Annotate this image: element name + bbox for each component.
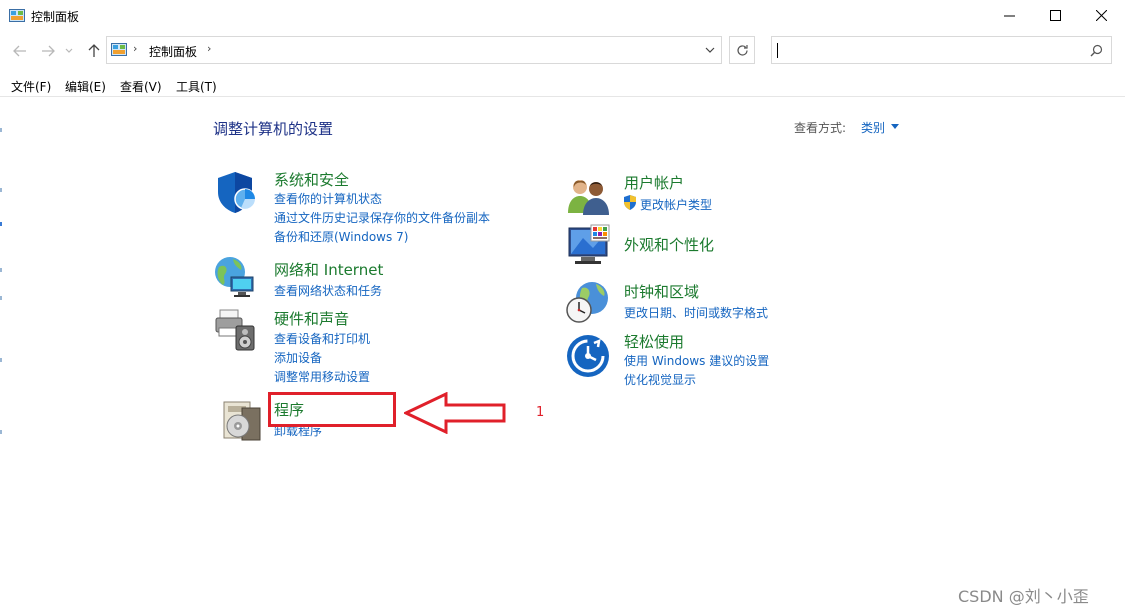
- link-optimize-visual-display[interactable]: 优化视觉显示: [624, 371, 696, 388]
- uac-shield-icon: [624, 195, 636, 210]
- category-hardware-sound[interactable]: 硬件和声音: [274, 308, 349, 329]
- category-system-security[interactable]: 系统和安全: [274, 169, 349, 190]
- forward-button[interactable]: [38, 42, 58, 60]
- window-title: 控制面板: [31, 10, 80, 24]
- category-clock-region[interactable]: 时钟和区域: [624, 281, 699, 302]
- link-backup-restore[interactable]: 备份和还原(Windows 7): [274, 228, 408, 245]
- refresh-icon: [736, 44, 748, 56]
- monitor-palette-icon[interactable]: [567, 224, 611, 268]
- users-icon[interactable]: [567, 173, 611, 217]
- back-arrow-icon: [13, 45, 26, 57]
- link-mobility-settings[interactable]: 调整常用移动设置: [274, 368, 370, 385]
- menu-view[interactable]: 查看(V): [120, 78, 162, 95]
- link-network-status[interactable]: 查看网络状态和任务: [274, 282, 382, 299]
- category-network-internet[interactable]: 网络和 Internet: [274, 259, 383, 280]
- title-bar: 控制面板: [0, 0, 1125, 32]
- search-input[interactable]: [771, 36, 1112, 64]
- control-panel-icon: [111, 43, 127, 56]
- link-add-device[interactable]: 添加设备: [274, 349, 322, 366]
- annotation-highlight-box: [268, 392, 396, 427]
- category-appearance-personalization[interactable]: 外观和个性化: [624, 234, 714, 255]
- back-button[interactable]: [10, 42, 30, 60]
- control-panel-icon: [9, 9, 25, 22]
- annotation-step-number: 1: [536, 405, 545, 420]
- category-user-accounts[interactable]: 用户帐户: [624, 172, 684, 193]
- minimize-icon: [1003, 15, 1015, 16]
- menu-file[interactable]: 文件(F): [11, 78, 51, 95]
- breadcrumb-separator-icon[interactable]: ›: [207, 42, 211, 55]
- link-windows-recommended-settings[interactable]: 使用 Windows 建议的设置: [624, 352, 769, 369]
- shield-icon[interactable]: [215, 170, 259, 214]
- recent-locations-button[interactable]: [62, 42, 76, 60]
- up-button[interactable]: [84, 42, 104, 60]
- menu-bar: 文件(F) 编辑(E) 查看(V) 工具(T): [0, 74, 1125, 97]
- chevron-down-icon[interactable]: [703, 43, 717, 57]
- up-arrow-icon: [88, 44, 100, 57]
- breadcrumb-separator-icon[interactable]: ›: [133, 42, 137, 55]
- link-file-history[interactable]: 通过文件历史记录保存你的文件备份副本: [274, 209, 490, 226]
- category-ease-of-access[interactable]: 轻松使用: [624, 331, 684, 352]
- refresh-button[interactable]: [729, 36, 755, 64]
- forward-arrow-icon: [42, 45, 55, 57]
- search-icon: [1090, 44, 1103, 57]
- view-by-label: 查看方式:: [794, 121, 847, 135]
- link-change-account-type[interactable]: 更改帐户类型: [640, 196, 712, 213]
- link-change-date-time-format[interactable]: 更改日期、时间或数字格式: [624, 304, 768, 321]
- text-cursor: [777, 43, 778, 58]
- minimize-button[interactable]: [986, 0, 1032, 30]
- watermark: CSDN @刘丶小歪: [958, 587, 1089, 606]
- programs-disc-icon[interactable]: [220, 398, 264, 442]
- accessibility-icon[interactable]: [566, 334, 610, 378]
- network-globe-icon[interactable]: [213, 255, 257, 299]
- menu-tools[interactable]: 工具(T): [176, 78, 217, 95]
- chevron-down-icon[interactable]: [891, 124, 899, 129]
- left-edge-marks: [0, 128, 2, 434]
- clock-globe-icon[interactable]: [566, 280, 610, 324]
- view-by-dropdown[interactable]: 类别: [861, 119, 885, 136]
- menu-edit[interactable]: 编辑(E): [65, 78, 106, 95]
- maximize-icon: [1049, 9, 1061, 21]
- chevron-down-icon: [65, 48, 73, 53]
- page-title: 调整计算机的设置: [213, 120, 334, 138]
- link-devices-printers[interactable]: 查看设备和打印机: [274, 330, 370, 347]
- address-bar[interactable]: › 控制面板 ›: [106, 36, 722, 64]
- breadcrumb-control-panel[interactable]: 控制面板: [149, 43, 197, 60]
- annotation-arrow-icon: [404, 392, 506, 434]
- close-icon: [1095, 9, 1107, 21]
- printer-speaker-icon[interactable]: [214, 308, 258, 352]
- close-button[interactable]: [1078, 0, 1124, 30]
- link-view-computer-status[interactable]: 查看你的计算机状态: [274, 190, 382, 207]
- maximize-button[interactable]: [1032, 0, 1078, 30]
